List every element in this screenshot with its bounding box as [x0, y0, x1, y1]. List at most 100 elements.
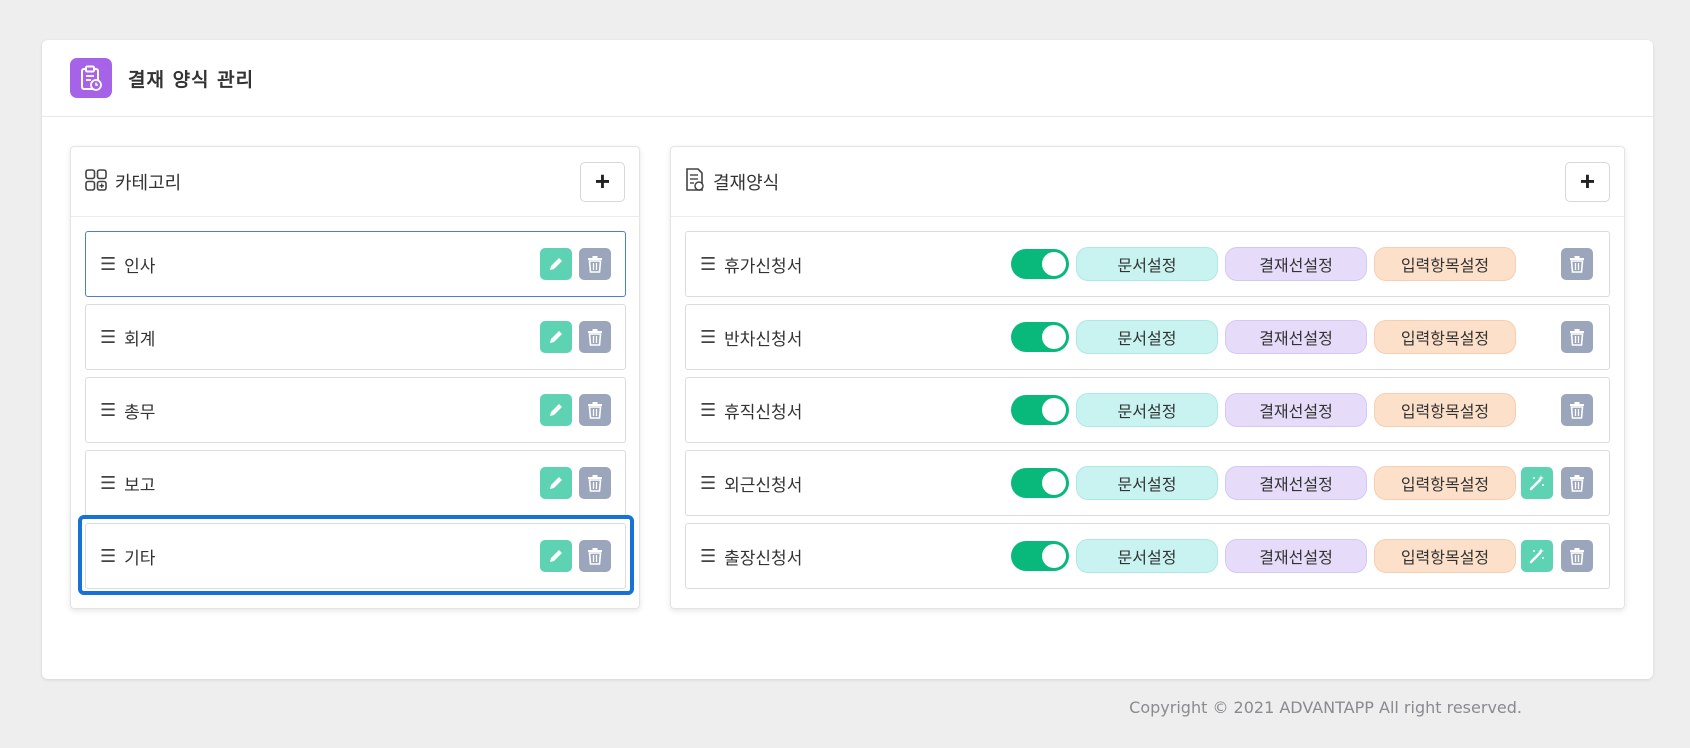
- add-category-button[interactable]: +: [580, 161, 625, 202]
- toggle-knob: [1042, 325, 1066, 349]
- pencil-icon: [550, 331, 562, 343]
- edit-button[interactable]: [540, 248, 572, 280]
- form-enabled-toggle[interactable]: [1011, 249, 1069, 279]
- drag-handle-icon[interactable]: ☰: [100, 327, 116, 348]
- form-panel-header: 결재양식 +: [671, 147, 1624, 217]
- toggle-knob: [1042, 252, 1066, 276]
- drag-handle-icon[interactable]: ☰: [100, 400, 116, 421]
- input-field-settings-button[interactable]: 입력항목설정: [1374, 247, 1516, 281]
- approval-line-settings-button[interactable]: 결재선설정: [1225, 320, 1367, 354]
- form-label: 휴가신청서: [724, 256, 803, 277]
- delete-button[interactable]: [1561, 394, 1593, 426]
- approval-line-settings-button[interactable]: 결재선설정: [1225, 466, 1367, 500]
- approval-line-settings-button[interactable]: 결재선설정: [1225, 247, 1367, 281]
- drag-handle-icon[interactable]: ☰: [700, 400, 716, 421]
- trash-icon: [1570, 256, 1584, 273]
- document-icon: [685, 167, 705, 196]
- form-item[interactable]: ☰ 반차신청서 문서설정 결재선설정 입력항목설정: [685, 304, 1610, 370]
- input-field-settings-button[interactable]: 입력항목설정: [1374, 393, 1516, 427]
- drag-handle-icon[interactable]: ☰: [700, 546, 716, 567]
- trash-icon: [1570, 402, 1584, 419]
- form-enabled-toggle[interactable]: [1011, 541, 1069, 571]
- trash-icon: [588, 329, 602, 346]
- category-item[interactable]: ☰ 총무: [85, 377, 626, 443]
- drag-handle-icon[interactable]: ☰: [100, 254, 116, 275]
- document-settings-button[interactable]: 문서설정: [1076, 393, 1218, 427]
- magic-wand-button[interactable]: [1521, 540, 1553, 572]
- delete-button[interactable]: [579, 248, 611, 280]
- edit-button[interactable]: [540, 467, 572, 499]
- category-label: 기타: [124, 548, 156, 569]
- toggle-knob: [1042, 398, 1066, 422]
- category-label: 보고: [124, 475, 156, 496]
- category-label: 인사: [124, 256, 156, 277]
- drag-handle-icon[interactable]: ☰: [700, 327, 716, 348]
- document-settings-button[interactable]: 문서설정: [1076, 539, 1218, 573]
- input-field-settings-button[interactable]: 입력항목설정: [1374, 466, 1516, 500]
- delete-button[interactable]: [1561, 467, 1593, 499]
- category-panel-header: 카테고리 +: [71, 147, 639, 217]
- document-settings-button[interactable]: 문서설정: [1076, 247, 1218, 281]
- category-item[interactable]: ☰ 회계: [85, 304, 626, 370]
- edit-button[interactable]: [540, 321, 572, 353]
- drag-handle-icon[interactable]: ☰: [100, 546, 116, 567]
- add-form-button[interactable]: +: [1565, 161, 1610, 202]
- delete-button[interactable]: [1561, 540, 1593, 572]
- category-panel: 카테고리 + ☰ 인사 ☰ 회계 ☰ 총무 ☰ 보고 ☰ 기타: [70, 146, 640, 609]
- clipboard-icon: [70, 58, 112, 98]
- form-label: 외근신청서: [724, 475, 803, 496]
- form-item[interactable]: ☰ 휴가신청서 문서설정 결재선설정 입력항목설정: [685, 231, 1610, 297]
- edit-button[interactable]: [540, 540, 572, 572]
- delete-button[interactable]: [579, 467, 611, 499]
- trash-icon: [1570, 548, 1584, 565]
- toggle-knob: [1042, 544, 1066, 568]
- trash-icon: [588, 256, 602, 273]
- form-enabled-toggle[interactable]: [1011, 395, 1069, 425]
- input-field-settings-button[interactable]: 입력항목설정: [1374, 320, 1516, 354]
- trash-icon: [588, 402, 602, 419]
- delete-button[interactable]: [579, 394, 611, 426]
- pencil-icon: [550, 477, 562, 489]
- category-item[interactable]: ☰ 기타: [85, 523, 626, 589]
- toggle-knob: [1042, 471, 1066, 495]
- input-field-settings-button[interactable]: 입력항목설정: [1374, 539, 1516, 573]
- form-item[interactable]: ☰ 출장신청서 문서설정 결재선설정 입력항목설정: [685, 523, 1610, 589]
- trash-icon: [1570, 329, 1584, 346]
- category-item[interactable]: ☰ 인사: [85, 231, 626, 297]
- form-panel: 결재양식 + ☰ 휴가신청서 문서설정 결재선설정 입력항목설정 ☰ 반차신청서…: [670, 146, 1625, 609]
- form-item[interactable]: ☰ 휴직신청서 문서설정 결재선설정 입력항목설정: [685, 377, 1610, 443]
- category-label: 회계: [124, 329, 156, 350]
- form-enabled-toggle[interactable]: [1011, 468, 1069, 498]
- drag-handle-icon[interactable]: ☰: [700, 473, 716, 494]
- edit-button[interactable]: [540, 394, 572, 426]
- page-title: 결재 양식 관리: [128, 68, 255, 91]
- category-item[interactable]: ☰ 보고: [85, 450, 626, 516]
- approval-line-settings-button[interactable]: 결재선설정: [1225, 539, 1367, 573]
- trash-icon: [588, 475, 602, 492]
- document-settings-button[interactable]: 문서설정: [1076, 466, 1218, 500]
- form-label: 반차신청서: [724, 329, 803, 350]
- magic-wand-icon: [1529, 548, 1544, 564]
- delete-button[interactable]: [1561, 321, 1593, 353]
- main-card: 결재 양식 관리 카테고리 + ☰ 인사 ☰ 회계 ☰ 총무 ☰ 보고 ☰ 기타…: [42, 40, 1653, 679]
- grid-icon: [85, 168, 107, 195]
- form-enabled-toggle[interactable]: [1011, 322, 1069, 352]
- delete-button[interactable]: [579, 321, 611, 353]
- drag-handle-icon[interactable]: ☰: [700, 254, 716, 275]
- trash-icon: [588, 548, 602, 565]
- delete-button[interactable]: [579, 540, 611, 572]
- form-label: 휴직신청서: [724, 402, 803, 423]
- form-item[interactable]: ☰ 외근신청서 문서설정 결재선설정 입력항목설정: [685, 450, 1610, 516]
- card-header: 결재 양식 관리: [42, 40, 1653, 117]
- magic-wand-button[interactable]: [1521, 467, 1553, 499]
- copyright-text: Copyright © 2021 ADVANTAPP All right res…: [1129, 698, 1522, 717]
- category-label: 총무: [124, 402, 156, 423]
- form-label: 출장신청서: [724, 548, 803, 569]
- drag-handle-icon[interactable]: ☰: [100, 473, 116, 494]
- document-settings-button[interactable]: 문서설정: [1076, 320, 1218, 354]
- form-panel-title: 결재양식: [713, 172, 780, 194]
- delete-button[interactable]: [1561, 248, 1593, 280]
- pencil-icon: [550, 550, 562, 562]
- approval-line-settings-button[interactable]: 결재선설정: [1225, 393, 1367, 427]
- magic-wand-icon: [1529, 475, 1544, 491]
